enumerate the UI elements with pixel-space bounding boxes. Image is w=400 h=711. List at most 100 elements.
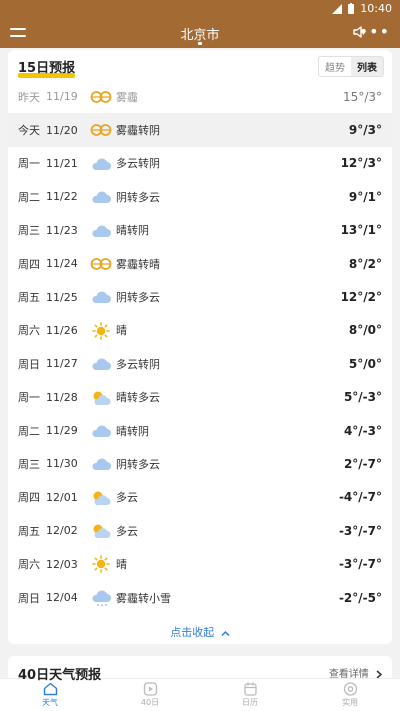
forecast-40-title: 40日天气预报 [18, 668, 102, 685]
forecast-date: 11/23 [46, 223, 78, 237]
forecast-day: 昨天 [18, 90, 40, 104]
status-bar: 10:40 [0, 0, 400, 18]
forecast-condition: 多云转阴 [116, 357, 160, 371]
forecast-day: 周六 [18, 558, 40, 572]
forecast-row[interactable]: 周一 11/28 晴转多云 5°/-3° [8, 381, 392, 414]
play-icon [143, 682, 157, 696]
forecast-row[interactable]: 周四 12/01 多云 -4°/-7° [8, 481, 392, 514]
forecast-date: 11/21 [46, 156, 78, 170]
forecast-day: 周二 [18, 190, 40, 204]
forecast-day: 周三 [18, 224, 40, 238]
partly-cloudy-icon [90, 489, 112, 507]
forecast-day: 周日 [18, 357, 40, 371]
battery-icon [348, 3, 355, 14]
forecast-condition: 雾霾 [116, 90, 138, 104]
forecast-condition: 雾霾转晴 [116, 257, 160, 271]
partly-cloudy-icon [90, 522, 112, 540]
forecast-day: 周二 [18, 424, 40, 438]
forecast-date: 12/01 [46, 490, 78, 504]
forecast-condition: 多云转阴 [116, 157, 160, 171]
forecast-row[interactable]: 周六 11/26 晴 8°/0° [8, 314, 392, 347]
sun-icon [90, 321, 112, 340]
forecast-row[interactable]: 周五 11/25 阴转多云 12°/2° [8, 280, 392, 313]
forecast-temp: -3°/-7° [338, 557, 382, 572]
haze-icon [90, 88, 112, 106]
cloud-icon [90, 222, 112, 240]
forecast-temp: -3°/-7° [338, 523, 382, 538]
forecast-date: 11/30 [46, 457, 78, 471]
collapse-button[interactable]: 点击收起 [8, 624, 392, 640]
forecast-day: 周五 [18, 524, 40, 538]
forecast-row[interactable]: 周三 11/30 阴转多云 2°/-7° [8, 447, 392, 480]
forecast-row[interactable]: 周四 11/24 雾霾转晴 8°/2° [8, 247, 392, 280]
cloud-icon [90, 288, 112, 306]
status-icons: 10:40 [332, 2, 392, 15]
view-toggle: 趋势 列表 [318, 56, 384, 77]
forecast-temp: 9°/3° [348, 123, 382, 138]
cloud-icon [90, 155, 112, 173]
forecast-temp: 8°/2° [348, 256, 382, 271]
tab-tools[interactable]: 实用 [300, 679, 400, 711]
forecast-condition: 阴转多云 [116, 190, 160, 204]
forecast-condition: 多云 [116, 491, 138, 505]
forecast-day: 周日 [18, 591, 40, 605]
cloud-icon [90, 188, 112, 206]
forecast-temp: 4°/-3° [343, 423, 382, 438]
forecast-temp: 13°/1° [340, 223, 382, 238]
forecast-row[interactable]: 周日 11/27 多云转阴 5°/0° [8, 347, 392, 380]
city-title[interactable]: 北京市 [0, 24, 400, 43]
forecast-condition: 晴 [116, 324, 127, 338]
more-icon[interactable]: ••• [359, 22, 390, 41]
forecast-day: 周一 [18, 157, 40, 171]
forecast-temp: -4°/-7° [338, 490, 382, 505]
forecast-condition: 晴转阴 [116, 424, 149, 438]
forecast-row[interactable]: 周三 11/23 晴转阴 13°/1° [8, 214, 392, 247]
forecast-date: 12/02 [46, 524, 78, 538]
forecast-day: 周六 [18, 324, 40, 338]
forecast-row[interactable]: 周二 11/29 晴转阴 4°/-3° [8, 414, 392, 447]
forecast-row[interactable]: 周日 12/04 雾霾转小雪 -2°/-5° [8, 581, 392, 614]
forecast-temp: 15°/3° [343, 89, 382, 104]
tab-40day[interactable]: 40日 [100, 679, 200, 711]
forecast-row[interactable]: 周六 12/03 晴 -3°/-7° [8, 547, 392, 580]
forecast-temp: 12°/2° [340, 290, 382, 305]
forecast-row[interactable]: 周二 11/22 阴转多云 9°/1° [8, 180, 392, 213]
forecast-date: 11/25 [46, 290, 78, 304]
cloud-icon [90, 455, 112, 473]
calendar-icon [243, 682, 257, 696]
forecast-condition: 晴转阴 [116, 224, 149, 238]
forecast-row[interactable]: 今天 11/20 雾霾转阴 9°/3° [8, 113, 392, 147]
forecast-day: 周四 [18, 491, 40, 505]
chevron-up-icon [221, 630, 230, 636]
tab-calendar[interactable]: 日历 [200, 679, 300, 711]
forecast-row[interactable]: 昨天 11/19 雾霾 15°/3° [8, 80, 392, 113]
forecast-date: 11/24 [46, 257, 78, 271]
forecast-temp: 5°/0° [348, 356, 382, 371]
forecast-day: 周三 [18, 457, 40, 471]
forecast-date: 12/04 [46, 591, 78, 605]
forecast-row[interactable]: 周一 11/21 多云转阴 12°/3° [8, 147, 392, 180]
forecast-row[interactable]: 周五 12/02 多云 -3°/-7° [8, 514, 392, 547]
snow-cloud-icon [90, 589, 112, 607]
forecast-day: 周四 [18, 257, 40, 271]
cloud-icon [90, 355, 112, 373]
forecast-condition: 晴转多云 [116, 391, 160, 405]
page-indicator [198, 42, 202, 45]
haze-icon [90, 255, 112, 273]
forecast-day: 今天 [18, 124, 40, 138]
tab-weather[interactable]: 天气 [0, 679, 100, 711]
partly-cloudy-icon [90, 389, 112, 407]
forecast-date: 11/26 [46, 323, 78, 337]
forecast-day: 周五 [18, 291, 40, 305]
forecast-15-card: 15日预报 趋势 列表 昨天 11/19 雾霾 15°/3° 今天 11/20 雾霾转阴 9°… [8, 50, 392, 644]
forecast-date: 12/03 [46, 557, 78, 571]
forecast-condition: 晴 [116, 558, 127, 572]
forecast-condition: 雾霾转阴 [116, 124, 160, 138]
toggle-list[interactable]: 列表 [351, 57, 383, 76]
forecast-temp: 9°/1° [348, 189, 382, 204]
forecast-date: 11/22 [46, 190, 78, 204]
toggle-trend[interactable]: 趋势 [319, 57, 351, 76]
home-icon [43, 682, 57, 696]
forecast-temp: 5°/-3° [343, 390, 382, 405]
forecast-condition: 阴转多云 [116, 457, 160, 471]
